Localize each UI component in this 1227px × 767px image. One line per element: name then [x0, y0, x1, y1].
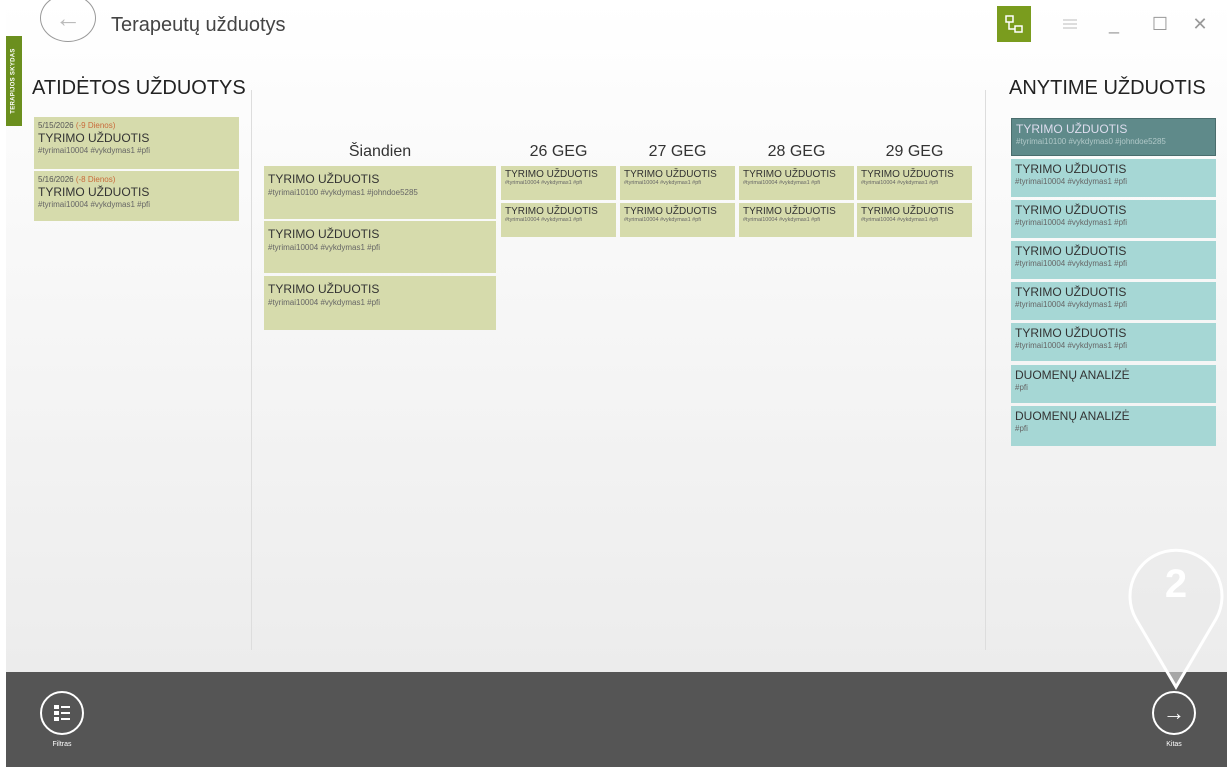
- app-bar: [6, 672, 1227, 767]
- arrow-right-icon: →: [1163, 700, 1185, 725]
- close-icon: ✕: [1192, 13, 1208, 34]
- anytime-task-card[interactable]: TYRIMO UŽDUOTIS #tyrimai10004 #vykdymas1…: [1011, 323, 1216, 361]
- hierarchy-icon: [1005, 15, 1023, 33]
- task-title: TYRIMO UŽDUOTIS: [624, 206, 717, 217]
- task-title: TYRIMO UŽDUOTIS: [38, 131, 150, 145]
- task-title: TYRIMO UŽDUOTIS: [1015, 203, 1127, 217]
- overdue-days: (-8 Dienos): [75, 175, 116, 184]
- task-tags: #tyrimai10004 #vykdymas1 #pfi: [743, 217, 821, 223]
- task-title: TYRIMO UŽDUOTIS: [624, 169, 717, 180]
- task-title: TYRIMO UŽDUOTIS: [268, 172, 380, 186]
- task-tags: #tyrimai10004 #vykdymas1 #pfi: [624, 217, 702, 223]
- next-label: Kitas: [1166, 741, 1182, 748]
- maximize-button[interactable]: ☐: [1143, 6, 1177, 42]
- task-title: TYRIMO UŽDUOTIS: [1015, 244, 1127, 258]
- day-header: 29 GEG: [885, 143, 944, 160]
- task-title: TYRIMO UŽDUOTIS: [861, 169, 954, 180]
- page-title: Terapeutų užduotys: [111, 14, 286, 36]
- day-header: 28 GEG: [767, 143, 826, 160]
- anytime-task-card[interactable]: TYRIMO UŽDUOTIS #tyrimai10004 #vykdymas1…: [1011, 200, 1216, 238]
- overdue-task-card[interactable]: 5/16/2026 (-8 Dienos) TYRIMO UŽDUOTIS #t…: [34, 171, 239, 221]
- list-filter-icon: [54, 705, 70, 721]
- day-header-today: Šiandien: [348, 143, 412, 160]
- task-date: 5/16/2026: [38, 175, 74, 184]
- anytime-task-card[interactable]: DUOMENŲ ANALIZĖ #pfi: [1011, 406, 1216, 446]
- task-title: TYRIMO UŽDUOTIS: [268, 227, 380, 241]
- anytime-task-card[interactable]: DUOMENŲ ANALIZĖ #pfi: [1011, 365, 1216, 403]
- task-tags: #tyrimai10004 #vykdymas1 #pfi: [1015, 300, 1128, 309]
- minimize-button[interactable]: _: [1097, 6, 1131, 42]
- day-task-card[interactable]: TYRIMO UŽDUOTIS #tyrimai10004 #vykdymas1…: [739, 166, 854, 200]
- task-date: 5/15/2026: [38, 121, 74, 130]
- task-tags: #tyrimai10004 #vykdymas1 #pfi: [505, 217, 583, 223]
- day-task-card[interactable]: TYRIMO UŽDUOTIS #tyrimai10004 #vykdymas1…: [501, 166, 616, 200]
- task-tags: #tyrimai10004 #vykdymas1 #pfi: [1015, 177, 1128, 186]
- arrow-left-icon: ←: [55, 2, 81, 33]
- task-title: DUOMENŲ ANALIZĖ: [1015, 409, 1130, 423]
- filter-label: Filtras: [52, 741, 72, 748]
- tutorial-step-number: 2: [1164, 562, 1188, 606]
- task-tags: #tyrimai10004 #vykdymas1 #pfi: [268, 298, 381, 307]
- today-task-card[interactable]: TYRIMO UŽDUOTIS #tyrimai10004 #vykdymas1…: [264, 221, 496, 273]
- task-tags: #tyrimai10004 #vykdymas1 #pfi: [743, 180, 821, 186]
- task-tags: #pfi: [1015, 383, 1028, 392]
- next-button[interactable]: →: [1152, 691, 1196, 735]
- task-title: TYRIMO UŽDUOTIS: [1015, 326, 1127, 340]
- column-divider: [251, 90, 252, 650]
- today-task-card[interactable]: TYRIMO UŽDUOTIS #tyrimai10100 #vykdymas1…: [264, 166, 496, 219]
- overdue-task-card[interactable]: 5/15/2026 (-9 Dienos) TYRIMO UŽDUOTIS #t…: [34, 117, 239, 169]
- day-task-card[interactable]: TYRIMO UŽDUOTIS #tyrimai10004 #vykdymas1…: [739, 203, 854, 237]
- sliders-icon: [1063, 19, 1077, 29]
- task-tags: #tyrimai10004 #vykdymas1 #pfi: [505, 180, 583, 186]
- day-header: 27 GEG: [648, 143, 707, 160]
- day-task-card[interactable]: TYRIMO UŽDUOTIS #tyrimai10004 #vykdymas1…: [501, 203, 616, 237]
- task-tags: #pfi: [1015, 424, 1028, 433]
- task-title: TYRIMO UŽDUOTIS: [1015, 162, 1127, 176]
- task-title: TYRIMO UŽDUOTIS: [743, 206, 836, 217]
- task-title: TYRIMO UŽDUOTIS: [1015, 285, 1127, 299]
- task-title: TYRIMO UŽDUOTIS: [743, 169, 836, 180]
- overdue-heading: ATIDĖTOS UŽDUOTYS: [32, 77, 246, 99]
- day-task-card[interactable]: TYRIMO UŽDUOTIS #tyrimai10004 #vykdymas1…: [857, 203, 972, 237]
- minimize-icon: _: [1108, 13, 1119, 34]
- task-tags: #tyrimai10004 #vykdymas1 #pfi: [1015, 218, 1128, 227]
- task-tags: #tyrimai10100 #vykdymas0 #johndoe5285: [1016, 137, 1166, 146]
- task-tags: #tyrimai10004 #vykdymas1 #pfi: [624, 180, 702, 186]
- task-title: TYRIMO UŽDUOTIS: [505, 169, 598, 180]
- anytime-task-card[interactable]: TYRIMO UŽDUOTIS #tyrimai10004 #vykdymas1…: [1011, 241, 1216, 279]
- anytime-task-card[interactable]: TYRIMO UŽDUOTIS #tyrimai10004 #vykdymas1…: [1011, 282, 1216, 320]
- task-title: TYRIMO UŽDUOTIS: [861, 206, 954, 217]
- day-header: 26 GEG: [529, 143, 588, 160]
- task-title: TYRIMO UŽDUOTIS: [268, 282, 380, 296]
- task-title: TYRIMO UŽDUOTIS: [505, 206, 598, 217]
- day-task-card[interactable]: TYRIMO UŽDUOTIS #tyrimai10004 #vykdymas1…: [620, 203, 735, 237]
- anytime-heading: ANYTIME UŽDUOTIS: [1009, 77, 1206, 99]
- maximize-icon: ☐: [1151, 13, 1169, 34]
- anytime-task-card[interactable]: TYRIMO UŽDUOTIS #tyrimai10004 #vykdymas1…: [1011, 159, 1216, 197]
- task-title: DUOMENŲ ANALIZĖ: [1015, 368, 1130, 382]
- anytime-task-card-selected[interactable]: TYRIMO UŽDUOTIS #tyrimai10100 #vykdymas0…: [1011, 118, 1216, 156]
- filter-button[interactable]: [40, 691, 84, 735]
- task-tags: #tyrimai10004 #vykdymas1 #pfi: [1015, 341, 1128, 350]
- close-button[interactable]: ✕: [1183, 6, 1217, 42]
- overdue-days: (-9 Dienos): [75, 121, 116, 130]
- therapy-dashboard-tab[interactable]: TERAPIJOS SKYDAS: [6, 36, 22, 126]
- column-divider: [985, 90, 986, 650]
- today-task-card[interactable]: TYRIMO UŽDUOTIS #tyrimai10004 #vykdymas1…: [264, 276, 496, 330]
- task-title: TYRIMO UŽDUOTIS: [1016, 122, 1128, 136]
- hierarchy-view-button[interactable]: [997, 6, 1031, 42]
- day-task-card[interactable]: TYRIMO UŽDUOTIS #tyrimai10004 #vykdymas1…: [620, 166, 735, 200]
- side-tab-label: TERAPIJOS SKYDAS: [11, 48, 18, 114]
- task-tags: #tyrimai10004 #vykdymas1 #pfi: [38, 200, 151, 209]
- task-tags: #tyrimai10004 #vykdymas1 #pfi: [861, 217, 939, 223]
- task-tags: #tyrimai10004 #vykdymas1 #pfi: [861, 180, 939, 186]
- task-tags: #tyrimai10004 #vykdymas1 #pfi: [1015, 259, 1128, 268]
- task-tags: #tyrimai10100 #vykdymas1 #johndoe5285: [268, 188, 418, 197]
- task-tags: #tyrimai10004 #vykdymas1 #pfi: [268, 243, 381, 252]
- task-title: TYRIMO UŽDUOTIS: [38, 185, 150, 199]
- day-task-card[interactable]: TYRIMO UŽDUOTIS #tyrimai10004 #vykdymas1…: [857, 166, 972, 200]
- task-tags: #tyrimai10004 #vykdymas1 #pfi: [38, 146, 151, 155]
- settings-sliders-button[interactable]: [1053, 6, 1087, 42]
